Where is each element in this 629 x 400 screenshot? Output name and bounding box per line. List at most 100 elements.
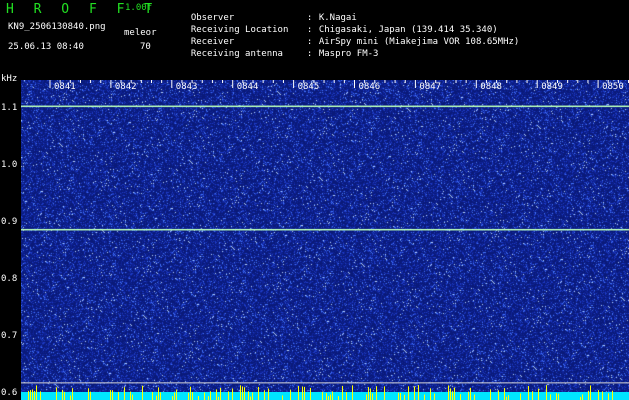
meteor-echo-spike [188, 392, 189, 400]
info-antenna: Receiving antenna: Maspro FM-3 [180, 39, 379, 59]
time-tick-label: 0842 [114, 82, 137, 92]
spectrogram [21, 80, 629, 400]
meteor-echo-spike [418, 385, 419, 400]
meteor-echo-spike [244, 387, 245, 400]
meteor-echo-spike [430, 388, 431, 400]
meteor-echo-spike [36, 385, 37, 400]
info-label: Receiving antenna [190, 49, 283, 59]
meteor-echo-spike [156, 395, 157, 400]
meteor-echo-spike [142, 385, 143, 400]
meteor-echo-spike [474, 394, 475, 400]
meteor-echo-spike [498, 390, 499, 400]
meteor-echo-spike [240, 385, 241, 400]
meteor-echo-spike [508, 395, 509, 400]
meteor-echo-spike [372, 393, 373, 400]
info-separator: : [306, 49, 313, 59]
meteor-echo-spike [338, 396, 339, 400]
app-version: 1.00f [125, 3, 153, 13]
meteor-echo-spike [602, 391, 603, 400]
meteor-echo-spike [328, 396, 329, 400]
time-tick-label: 0843 [175, 82, 198, 92]
meteor-echo-spike [242, 386, 243, 400]
meteor-echo-spike [158, 387, 159, 400]
meteor-echo-spike [590, 385, 591, 400]
meteor-echo-spike [130, 391, 131, 400]
meteor-echo-spike [34, 390, 35, 400]
time-tick-label: 0849 [541, 82, 563, 92]
meteor-echo-spike [376, 386, 377, 400]
meteor-echo-spike [112, 390, 113, 400]
meteor-echo-spike [302, 386, 303, 400]
meteor-echo-spike [326, 393, 327, 400]
meteor-echo-spike [346, 392, 347, 400]
meteor-echo-spike [490, 389, 491, 400]
meteor-echo-spike [228, 391, 229, 400]
meteor-echo-spike [322, 391, 323, 400]
meteor-echo-spike [90, 391, 91, 400]
meteor-echo-spike [468, 391, 469, 400]
meteor-echo-spike [160, 392, 161, 400]
meteor-echo-spike [72, 388, 73, 400]
meteor-echo-spike [588, 390, 589, 400]
frequency-tick-label: 0.8 [1, 274, 18, 284]
meteor-echo-spike [290, 389, 291, 400]
meteor-echo-spike [32, 389, 33, 400]
meteor-echo-spike [342, 385, 343, 400]
meteor-echo-spike [176, 389, 177, 400]
time-tick-label: 0850 [602, 82, 624, 92]
meteor-echo-spike [268, 388, 269, 400]
meteor-echo-spike [408, 386, 409, 400]
meteor-echo-spike [304, 386, 305, 400]
meteor-echo-spike [470, 387, 471, 400]
meteor-echo-spike [248, 391, 249, 400]
frequency-tick-label: 0.7 [1, 331, 18, 342]
meteor-echo-spike [192, 391, 193, 400]
meteor-echo-spike [30, 390, 31, 400]
frequency-unit-label: kHz [1, 74, 18, 84]
meteor-echo-spike [504, 388, 505, 400]
meteor-echo-spike [528, 386, 529, 400]
meteor-echo-spike [252, 392, 253, 400]
meteor-echo-spike [352, 385, 353, 400]
meteor-echo-spike [204, 392, 205, 400]
meteor-echo-spike [190, 386, 191, 400]
meteor-echo-spike [282, 395, 283, 400]
meteor-echo-spike [172, 396, 173, 400]
meteor-echo-spike [64, 391, 65, 400]
meteor-echo-spike [582, 394, 583, 400]
meteor-echo-spike [400, 392, 401, 400]
frequency-tick-label: 0.9 [1, 216, 18, 227]
meteor-echo-spike [232, 388, 233, 400]
meteor-echo-spike [414, 386, 415, 400]
meteor-echo-spike [28, 390, 29, 400]
info-value: Maspro FM-3 [318, 49, 379, 59]
meteor-echo-spike [62, 389, 63, 400]
meteor-echo-spike [216, 389, 217, 400]
meteor-echo-spike [520, 393, 521, 400]
meteor-echo-spike [398, 392, 399, 400]
meteor-echo-spike [118, 391, 119, 400]
meteor-echo-spike [532, 391, 533, 400]
time-tick-label: 0846 [358, 82, 381, 92]
meteor-echo-spike [264, 390, 265, 400]
meteor-echo-spike [174, 392, 175, 400]
time-tick-label: 0845 [297, 82, 320, 92]
meteor-echo-spike [612, 390, 613, 400]
meteor-echo-spike [556, 393, 557, 400]
meteor-echo-spike [56, 387, 57, 400]
meteor-echo-spike [424, 394, 425, 400]
meteor-echo-spike [384, 386, 385, 400]
time-tick-label: 0844 [236, 82, 259, 92]
meteor-echo-spike [546, 385, 547, 400]
meteor-echo-spike [88, 388, 89, 400]
meteor-echo-spike [608, 393, 609, 400]
frequency-tick-label: 1.0 [1, 159, 18, 170]
meteor-echo-spike [366, 394, 367, 400]
meteor-echo-spike [448, 385, 449, 400]
meteor-echo-spike [598, 390, 599, 400]
meteor-echo-spike [332, 391, 333, 400]
meteor-echo-spike [538, 388, 539, 400]
meteor-echo-spike [368, 387, 369, 400]
meteor-echo-spike [70, 395, 71, 400]
meteor-echo-spike [124, 387, 125, 400]
